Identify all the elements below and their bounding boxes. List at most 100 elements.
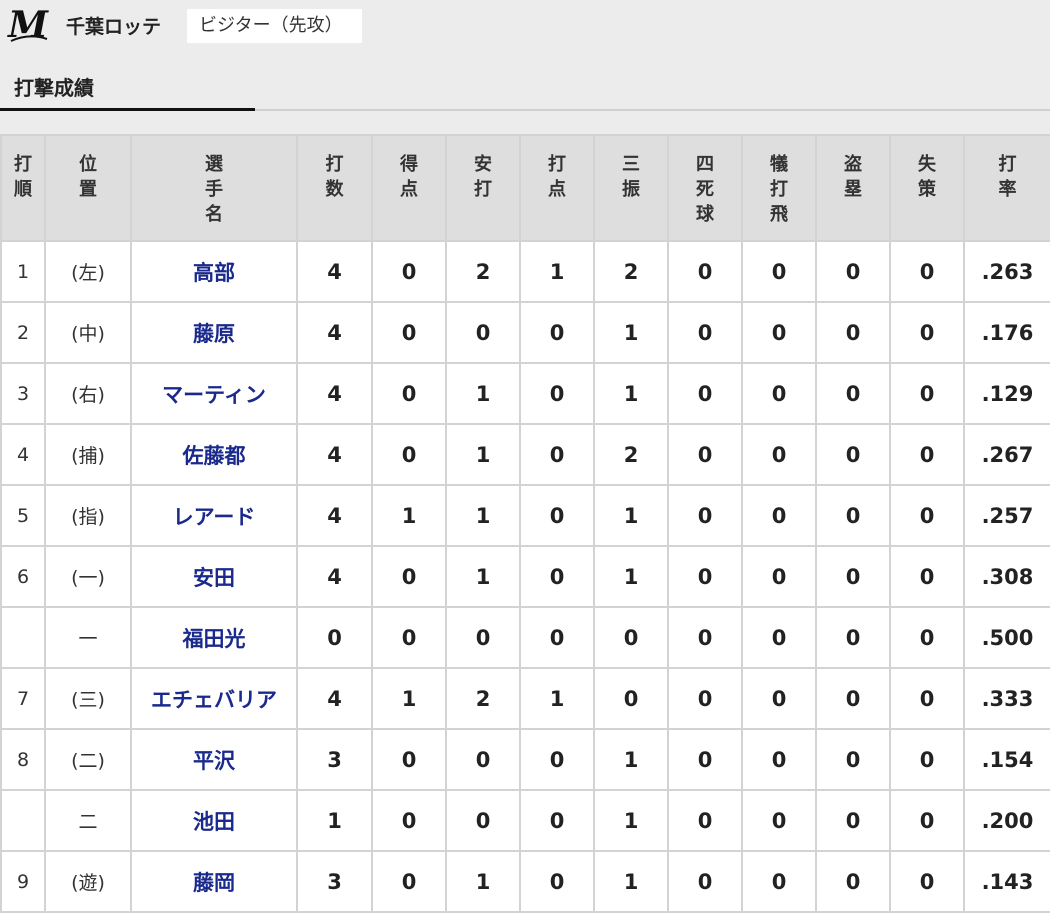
batting-average-cell: .333 (963, 667, 1050, 730)
sacrifices-cell: 0 (741, 362, 817, 425)
stolen-bases-cell: 0 (815, 606, 891, 669)
at-bats-cell: 1 (296, 789, 373, 852)
table-row: 9 (遊) 藤岡 3 0 1 0 1 0 0 0 0.143 (0, 850, 1050, 913)
walks-hbp-cell: 0 (667, 240, 743, 303)
walks-hbp-cell: 0 (667, 606, 743, 669)
runs-cell: 1 (371, 484, 447, 547)
batting-order-cell: 1 (0, 240, 46, 303)
table-row: 5 (指) レアード 4 1 1 0 1 0 0 0 0.257 (0, 484, 1050, 547)
table-row: 6 (一) 安田 4 0 1 0 1 0 0 0 0.308 (0, 545, 1050, 608)
batting-order-cell: 2 (0, 301, 46, 364)
column-header-label: 打順 (14, 154, 32, 200)
column-header: 位置 (44, 134, 132, 242)
column-header-label: 安打 (474, 154, 492, 200)
hits-cell: 1 (445, 545, 521, 608)
walks-hbp-cell: 0 (667, 362, 743, 425)
runs-cell: 0 (371, 545, 447, 608)
strikeouts-cell: 1 (593, 728, 669, 791)
errors-cell: 0 (889, 789, 965, 852)
hits-cell: 1 (445, 423, 521, 486)
player-name-link[interactable]: マーティン (130, 362, 298, 425)
rbi-cell: 0 (519, 362, 595, 425)
errors-cell: 0 (889, 545, 965, 608)
runs-cell: 1 (371, 667, 447, 730)
position-cell: (指) (44, 484, 132, 547)
sacrifices-cell: 0 (741, 606, 817, 669)
column-header-label: 四死球 (696, 154, 714, 225)
player-name-link[interactable]: 池田 (130, 789, 298, 852)
table-header-row: 打順 位置 選手名 打数 得点 安打 打点 三振 四死球 犠打飛 盗塁 失策 打率 (0, 134, 1050, 242)
strikeouts-cell: 1 (593, 301, 669, 364)
hits-cell: 0 (445, 728, 521, 791)
player-name-link[interactable]: 佐藤都 (130, 423, 298, 486)
batting-order-cell: 4 (0, 423, 46, 486)
position-cell: (中) (44, 301, 132, 364)
batting-order-cell (0, 606, 46, 669)
stolen-bases-cell: 0 (815, 362, 891, 425)
batting-stats-table: 打順位置選手名打数得点安打打点三振四死球犠打飛盗塁失策打率 1 (左) 高部 4 0 2 1… (0, 134, 1050, 913)
walks-hbp-cell: 0 (667, 850, 743, 913)
table-row: 二池田 1 0 0 0 1 0 0 0 0.200 (0, 789, 1050, 852)
at-bats-cell: 4 (296, 545, 373, 608)
walks-hbp-cell: 0 (667, 423, 743, 486)
strikeouts-cell: 1 (593, 362, 669, 425)
rbi-cell: 0 (519, 545, 595, 608)
player-name-link[interactable]: エチェバリア (130, 667, 298, 730)
errors-cell: 0 (889, 240, 965, 303)
column-header-label: 打数 (325, 154, 344, 200)
walks-hbp-cell: 0 (667, 728, 743, 791)
column-header: 得点 (371, 134, 447, 242)
hits-cell: 0 (445, 301, 521, 364)
stolen-bases-cell: 0 (815, 240, 891, 303)
player-name-link[interactable]: レアード (130, 484, 298, 547)
at-bats-cell: 4 (296, 362, 373, 425)
column-header: 四死球 (667, 134, 743, 242)
sacrifices-cell: 0 (741, 667, 817, 730)
player-name-link[interactable]: 藤岡 (130, 850, 298, 913)
at-bats-cell: 4 (296, 667, 373, 730)
rbi-cell: 0 (519, 301, 595, 364)
player-name-link[interactable]: 平沢 (130, 728, 298, 791)
runs-cell: 0 (371, 423, 447, 486)
runs-cell: 0 (371, 850, 447, 913)
batting-average-cell: .257 (963, 484, 1050, 547)
column-header: 犠打飛 (741, 134, 817, 242)
runs-cell: 0 (371, 728, 447, 791)
column-header-label: 犠打飛 (770, 154, 788, 225)
sacrifices-cell: 0 (741, 789, 817, 852)
player-name-link[interactable]: 福田光 (130, 606, 298, 669)
at-bats-cell: 4 (296, 423, 373, 486)
strikeouts-cell: 1 (593, 789, 669, 852)
batting-average-cell: .263 (963, 240, 1050, 303)
position-cell: (一) (44, 545, 132, 608)
runs-cell: 0 (371, 240, 447, 303)
rbi-cell: 0 (519, 423, 595, 486)
position-cell: 二 (44, 789, 132, 852)
visitor-side-badge: ビジター（先攻） (187, 9, 362, 43)
batting-order-cell: 7 (0, 667, 46, 730)
section-title: 打撃成績 (14, 76, 94, 100)
position-cell: (捕) (44, 423, 132, 486)
position-cell: (右) (44, 362, 132, 425)
column-header-label: 位置 (79, 154, 97, 200)
position-cell: (左) (44, 240, 132, 303)
batting-average-cell: .154 (963, 728, 1050, 791)
player-name-link[interactable]: 安田 (130, 545, 298, 608)
errors-cell: 0 (889, 667, 965, 730)
position-cell: 一 (44, 606, 132, 669)
sacrifices-cell: 0 (741, 850, 817, 913)
player-name-link[interactable]: 藤原 (130, 301, 298, 364)
stolen-bases-cell: 0 (815, 301, 891, 364)
section-title-underline (0, 108, 255, 111)
batting-order-cell: 9 (0, 850, 46, 913)
column-header: 失策 (889, 134, 965, 242)
batting-average-cell: .500 (963, 606, 1050, 669)
player-name-link[interactable]: 高部 (130, 240, 298, 303)
at-bats-cell: 4 (296, 484, 373, 547)
stolen-bases-cell: 0 (815, 545, 891, 608)
errors-cell: 0 (889, 728, 965, 791)
sacrifices-cell: 0 (741, 728, 817, 791)
hits-cell: 0 (445, 606, 521, 669)
hits-cell: 1 (445, 484, 521, 547)
at-bats-cell: 3 (296, 850, 373, 913)
